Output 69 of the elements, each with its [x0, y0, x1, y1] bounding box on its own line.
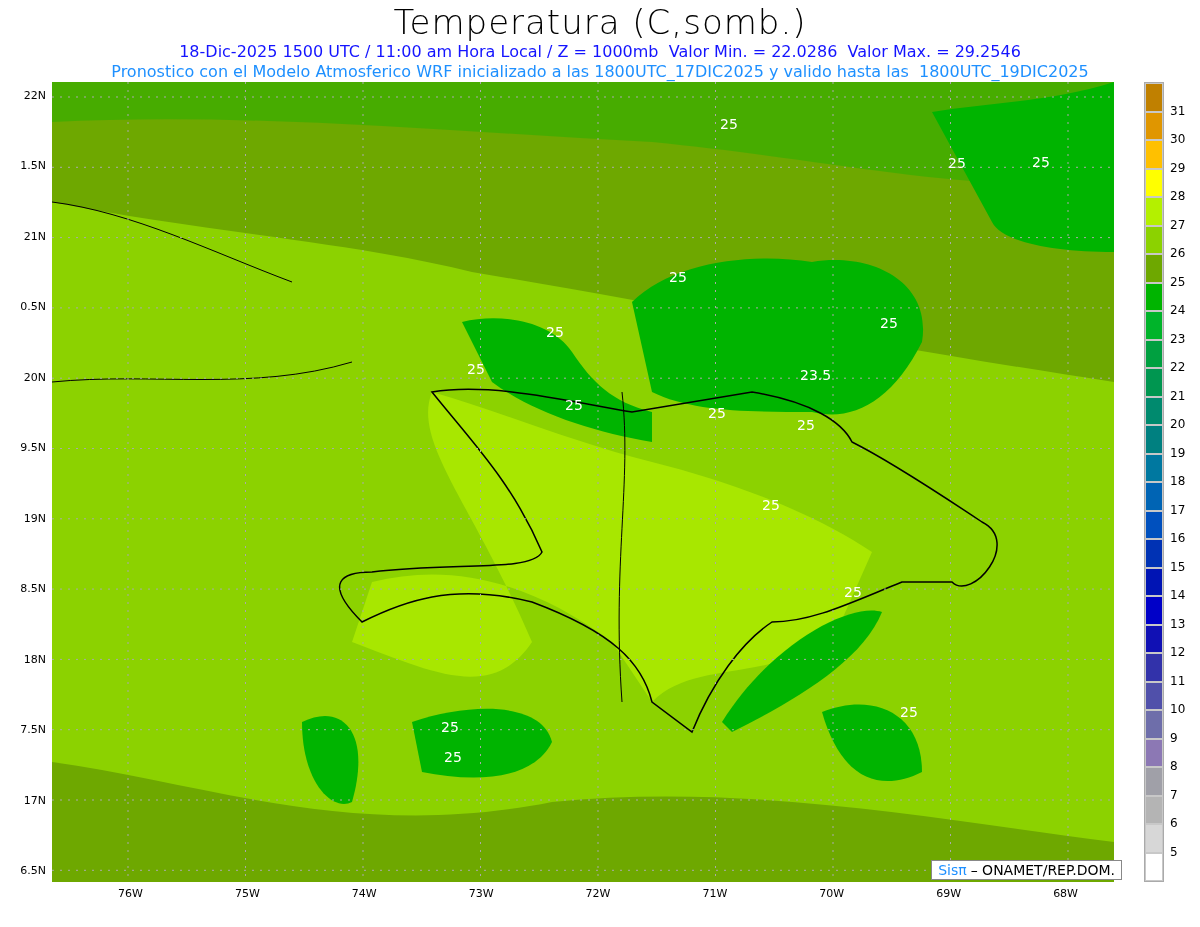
scale-label: 25 — [1170, 274, 1186, 289]
longitude-label: 68W — [1053, 887, 1078, 902]
latitude-label: 1.5N — [20, 159, 46, 174]
contour-label: 25 — [797, 417, 815, 433]
latitude-label: 8.5N — [20, 582, 46, 597]
scale-label: 5 — [1170, 844, 1178, 859]
latitude-label: 20N — [23, 370, 46, 385]
contour-label: 25 — [441, 719, 459, 735]
latitude-label: 9.5N — [20, 441, 46, 456]
longitude-label: 76W — [118, 887, 143, 902]
brand-name: Sisπ — [938, 862, 967, 878]
longitude-label: 74W — [351, 887, 377, 902]
longitude-label: 69W — [936, 887, 962, 902]
chart-note: Pronostico con el Modelo Atmosferico WRF inicializado a las 1800UTC_17DIC2025 y valido hasta las 1800UTC_19DIC2025 — [111, 62, 1089, 82]
latitude-label: 17N — [23, 793, 46, 808]
contour-label: 25 — [720, 116, 738, 132]
contour-label: 25 — [880, 315, 898, 331]
contour-label: 25 — [1032, 154, 1050, 170]
scale-label: 18 — [1170, 474, 1186, 488]
latitude-label: 0.5N — [20, 300, 46, 315]
longitude-label: 75W — [234, 887, 260, 902]
scale-label: 20 — [1170, 417, 1186, 431]
scale-label: 12 — [1170, 645, 1186, 659]
latitude-label: 19N — [23, 511, 46, 526]
chart-subtitle: 18-Dic-2025 1500 UTC / 11:00 am Hora Local / Z = 1000mb Valor Min. = 22.0286 Valor Max. = 29.2546 — [179, 42, 1021, 62]
scale-label: 21 — [1170, 388, 1186, 403]
chart-title: Temperatura (C,somb.) — [393, 2, 807, 42]
scale-label: 13 — [1170, 616, 1186, 631]
longitude-label: 70W — [819, 887, 845, 902]
contour-label: 25 — [467, 361, 485, 377]
scale-label: 28 — [1170, 189, 1186, 203]
scale-label: 10 — [1170, 702, 1186, 716]
contour-label: 25 — [900, 704, 918, 720]
contour-label: 25 — [546, 324, 564, 340]
scale-label: 23 — [1170, 331, 1186, 346]
scale-label: 15 — [1170, 559, 1186, 574]
scale-label: 6 — [1170, 816, 1178, 830]
latitude-label: 21N — [23, 229, 46, 244]
scale-label: 26 — [1170, 246, 1186, 260]
latitude-label: 18N — [23, 652, 46, 667]
latitude-label: 22N — [23, 89, 46, 103]
scale-label: 17 — [1170, 502, 1186, 517]
scale-label: 16 — [1170, 531, 1186, 545]
latitude-label: 6.5N — [20, 864, 46, 878]
scale-label: 22 — [1170, 360, 1186, 374]
scale-label: 8 — [1170, 759, 1178, 773]
contour-label: 25 — [444, 749, 462, 765]
longitude-label: 72W — [585, 887, 611, 902]
scale-label: 14 — [1170, 588, 1186, 602]
scale-label: 7 — [1170, 787, 1178, 802]
longitude-label: 73W — [468, 887, 494, 902]
scale-label: 11 — [1170, 673, 1186, 688]
credit-text: – ONAMET/REP.DOM. — [970, 862, 1115, 878]
scale-label: 29 — [1170, 160, 1186, 175]
scale-label: 31 — [1170, 103, 1186, 118]
contour-label: 25 — [948, 155, 966, 171]
contour-label: 23.5 — [800, 367, 832, 383]
scale-label: 27 — [1170, 217, 1186, 232]
contour-label: 25 — [565, 397, 583, 413]
scale-label: 30 — [1170, 132, 1186, 146]
scale-label: 24 — [1170, 303, 1186, 317]
scale-label: 19 — [1170, 445, 1186, 460]
contour-label: 25 — [669, 269, 687, 285]
scale-label: 9 — [1170, 730, 1178, 745]
longitude-label: 71W — [702, 887, 728, 902]
contour-label: 25 — [844, 584, 862, 600]
contour-label: 25 — [708, 405, 726, 421]
contour-label: 25 — [762, 497, 780, 513]
latitude-label: 7.5N — [20, 723, 46, 738]
